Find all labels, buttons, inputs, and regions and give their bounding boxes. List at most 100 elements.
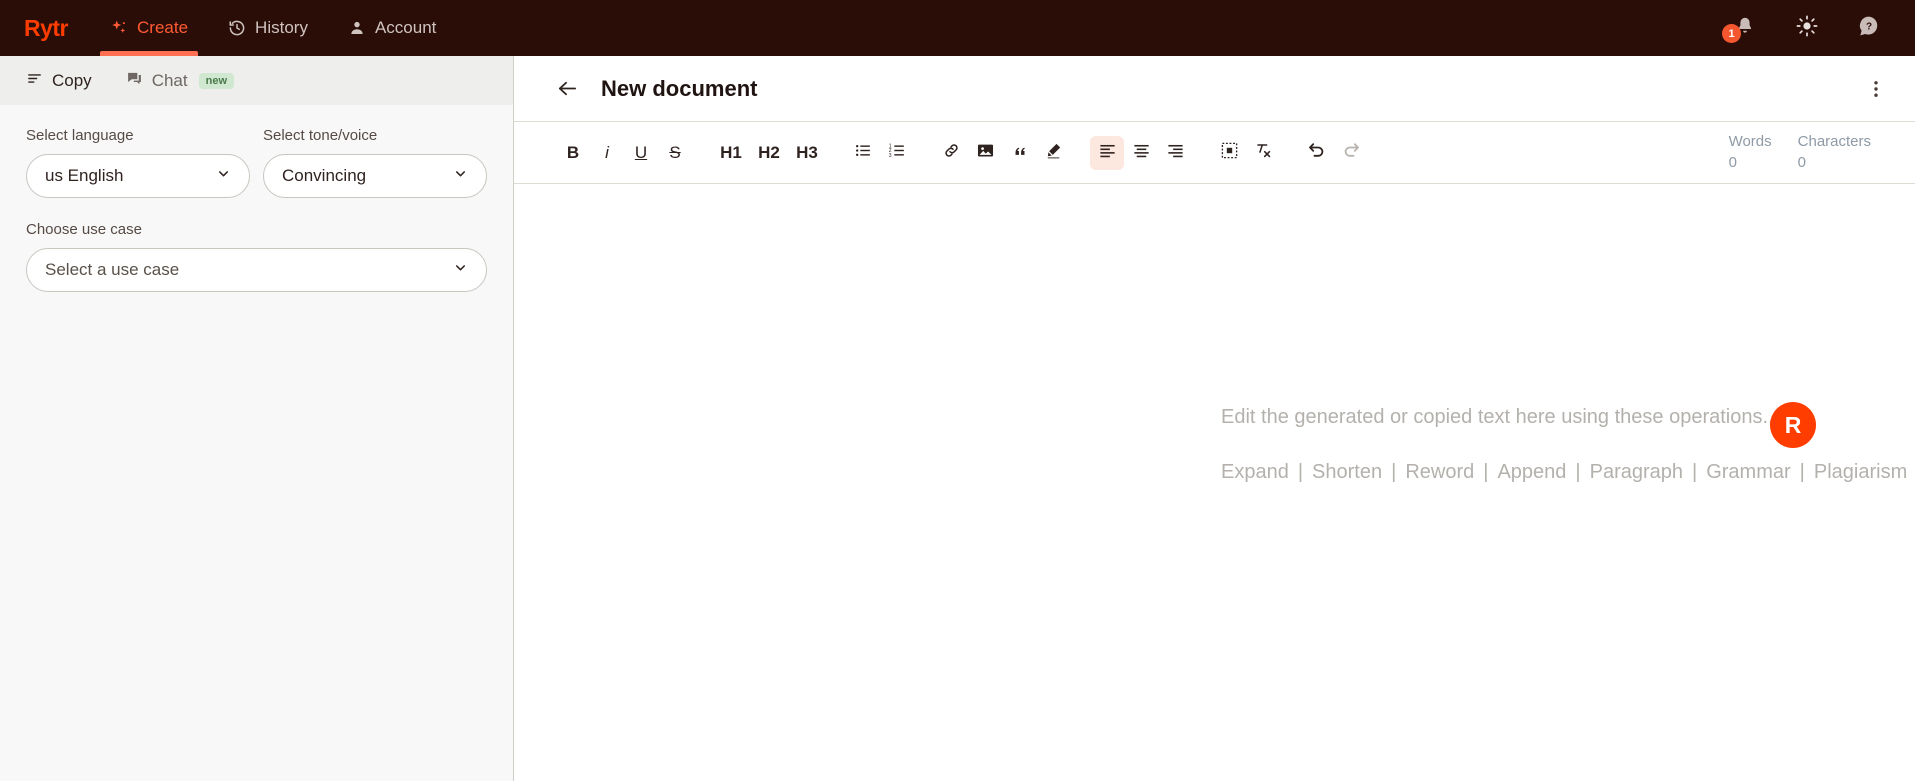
help-button[interactable]: ? xyxy=(1855,14,1883,42)
operation-expand[interactable]: Expand xyxy=(1221,461,1289,484)
operation-shorten[interactable]: Shorten xyxy=(1312,461,1382,484)
language-select[interactable]: us English xyxy=(26,154,250,198)
nav-item-history[interactable]: History xyxy=(208,0,328,56)
app-body: Copy Chat new Select language us English… xyxy=(0,56,1915,781)
nav-item-create[interactable]: Create xyxy=(90,0,208,56)
nav-item-label: Create xyxy=(137,18,189,37)
numbered-list-button[interactable]: 1 2 3 xyxy=(880,136,914,170)
align-left-icon xyxy=(1098,141,1117,165)
editor-operations: Expand | Shorten | Reword | Append | Par… xyxy=(1221,461,1907,484)
quote-button[interactable] xyxy=(1002,136,1036,170)
heading-3-button[interactable]: H3 xyxy=(788,136,826,170)
page-title: New document xyxy=(601,75,758,101)
svg-text:3: 3 xyxy=(888,152,891,158)
operation-separator: | xyxy=(1483,461,1489,483)
link-button[interactable] xyxy=(934,136,968,170)
text-editor[interactable]: Edit the generated or copied text here u… xyxy=(514,184,1915,781)
top-navigation-bar: Rytr Create History Account 1 ? xyxy=(0,0,1915,56)
bullet-list-button[interactable] xyxy=(846,136,880,170)
notifications-button[interactable]: 1 xyxy=(1722,14,1759,43)
underline-button[interactable]: U xyxy=(624,136,658,170)
editor-toolbar: B i U S H1 H2 H3 1 2 3 Words 0 Character… xyxy=(514,122,1915,184)
dashed-box-icon xyxy=(1220,141,1239,165)
sidebar: Copy Chat new Select language us English… xyxy=(0,56,514,781)
undo-button[interactable] xyxy=(1300,136,1334,170)
redo-button[interactable] xyxy=(1334,136,1368,170)
words-label: Words xyxy=(1728,133,1772,151)
brand-logo[interactable]: Rytr xyxy=(0,0,90,56)
heading-1-button[interactable]: H1 xyxy=(712,136,750,170)
tab-label: Copy xyxy=(52,70,92,90)
align-center-icon xyxy=(1132,141,1151,165)
sparkle-icon xyxy=(110,19,128,37)
document-header: New document xyxy=(514,56,1915,122)
image-icon xyxy=(976,141,995,165)
main-panel: New document B i U S H1 H2 H3 1 2 3 Word… xyxy=(514,56,1915,781)
usecase-field: Choose use case Select a use case xyxy=(26,221,487,292)
sidebar-tabs: Copy Chat new xyxy=(0,56,513,105)
usecase-value: Select a use case xyxy=(45,260,180,279)
text-counters: Words 0 Characters 0 xyxy=(1729,132,1895,173)
nav-item-label: Account xyxy=(374,18,437,37)
theme-toggle-button[interactable] xyxy=(1793,14,1821,42)
tone-label: Select tone/voice xyxy=(263,127,378,144)
bold-button[interactable]: B xyxy=(556,136,590,170)
operation-separator: | xyxy=(1799,461,1805,483)
language-field: Select language us English xyxy=(26,127,250,198)
align-right-button[interactable] xyxy=(1158,136,1192,170)
pen-icon xyxy=(1044,141,1063,165)
sun-icon xyxy=(1795,14,1819,43)
operation-paragraph[interactable]: Paragraph xyxy=(1590,461,1683,484)
nav-item-account[interactable]: Account xyxy=(328,0,456,56)
usecase-select[interactable]: Select a use case xyxy=(26,248,487,292)
bullet-list-icon xyxy=(854,141,873,165)
tab-copy[interactable]: Copy xyxy=(14,64,104,98)
characters-value: 0 xyxy=(1797,153,1806,171)
insert-block-button[interactable] xyxy=(1212,136,1246,170)
new-badge: new xyxy=(198,72,235,89)
operation-separator: | xyxy=(1692,461,1698,483)
tone-field: Select tone/voice Convincing xyxy=(263,127,487,198)
italic-button[interactable]: i xyxy=(590,136,624,170)
link-icon xyxy=(942,141,961,165)
characters-label: Characters xyxy=(1797,133,1871,151)
chevron-down-icon xyxy=(216,166,231,186)
arrow-left-icon[interactable] xyxy=(556,77,579,100)
operation-grammar[interactable]: Grammar xyxy=(1706,461,1790,484)
tone-select[interactable]: Convincing xyxy=(263,154,487,198)
undo-icon xyxy=(1307,140,1327,165)
operation-append[interactable]: Append xyxy=(1497,461,1566,484)
operation-separator: | xyxy=(1297,461,1304,483)
highlighter-button[interactable] xyxy=(1036,136,1070,170)
language-label: Select language xyxy=(26,127,134,144)
operation-separator: | xyxy=(1575,461,1581,483)
usecase-label: Choose use case xyxy=(26,221,142,238)
redo-icon xyxy=(1341,140,1361,165)
operation-reword[interactable]: Reword xyxy=(1405,461,1474,484)
history-icon xyxy=(228,19,246,37)
settings-row: Select language us English Select tone/v… xyxy=(26,127,487,198)
heading-2-button[interactable]: H2 xyxy=(750,136,788,170)
align-right-icon xyxy=(1166,141,1185,165)
tab-chat[interactable]: Chat new xyxy=(114,64,246,98)
kebab-menu-icon[interactable] xyxy=(1865,78,1887,100)
operation-plagiarism[interactable]: Plagiarism xyxy=(1814,461,1907,484)
clear-formatting-button[interactable] xyxy=(1246,136,1280,170)
tone-value: Convincing xyxy=(282,166,367,185)
copy-settings-form: Select language us English Select tone/v… xyxy=(0,105,513,292)
assistant-logo-button[interactable]: R xyxy=(1770,402,1816,448)
chat-icon xyxy=(126,70,143,92)
help-icon: ? xyxy=(1857,14,1881,43)
align-center-button[interactable] xyxy=(1124,136,1158,170)
lines-icon xyxy=(26,70,43,92)
notification-badge: 1 xyxy=(1722,24,1741,43)
person-icon xyxy=(348,19,366,37)
words-counter: Words 0 xyxy=(1729,132,1772,173)
nav-item-label: History xyxy=(255,18,308,37)
image-button[interactable] xyxy=(968,136,1002,170)
characters-counter: Characters 0 xyxy=(1798,132,1871,173)
strikethrough-button[interactable]: S xyxy=(658,136,692,170)
align-left-button[interactable] xyxy=(1090,135,1124,170)
language-value: us English xyxy=(45,166,124,185)
tab-label: Chat xyxy=(151,70,188,90)
